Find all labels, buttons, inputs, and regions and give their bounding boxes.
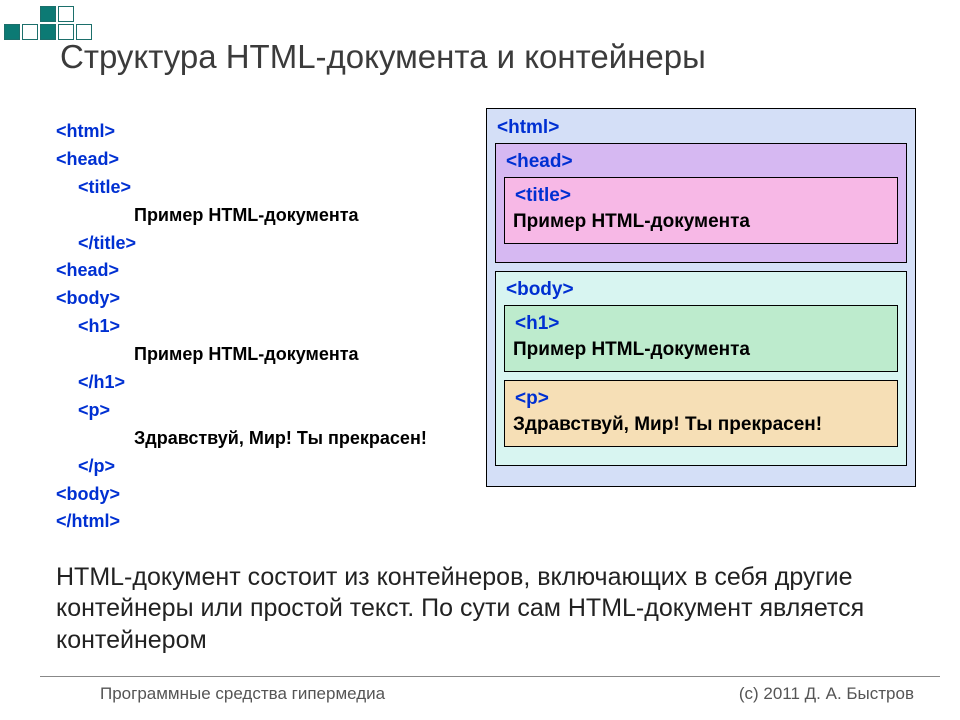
h1-container: <h1> Пример HTML-документа bbox=[504, 305, 898, 372]
footer-right: (с) 2011 Д. А. Быстров bbox=[739, 684, 914, 704]
code-line: <head> bbox=[56, 257, 476, 285]
code-line: </p> bbox=[56, 453, 476, 481]
code-line: <body> bbox=[56, 285, 476, 313]
code-line: <h1> bbox=[56, 313, 476, 341]
title-tag-label: <title> bbox=[515, 185, 889, 207]
body-container: <body> <h1> Пример HTML-документа <p> Зд… bbox=[495, 271, 907, 466]
h1-tag-label: <h1> bbox=[515, 313, 889, 335]
code-line: <body> bbox=[56, 481, 476, 509]
code-line: </title> bbox=[56, 230, 476, 258]
code-line: <title> bbox=[56, 174, 476, 202]
description-paragraph: HTML-документ состоит из контейнеров, вк… bbox=[56, 562, 906, 656]
container-diagram: <html> <head> <title> Пример HTML-докуме… bbox=[486, 108, 916, 487]
code-line: </h1> bbox=[56, 369, 476, 397]
code-line: <p> bbox=[56, 397, 476, 425]
code-line: Пример HTML-документа bbox=[56, 202, 476, 230]
title-text: Пример HTML-документа bbox=[513, 211, 889, 233]
code-listing: <html> <head> <title> Пример HTML-докуме… bbox=[56, 118, 476, 536]
footer-divider bbox=[40, 676, 940, 677]
h1-text: Пример HTML-документа bbox=[513, 339, 889, 361]
footer-left: Программные средства гипермедиа bbox=[100, 684, 385, 704]
p-container: <p> Здравствуй, Мир! Ты прекрасен! bbox=[504, 380, 898, 447]
body-tag-label: <body> bbox=[506, 279, 898, 301]
html-tag-label: <html> bbox=[497, 117, 907, 139]
code-line: <html> bbox=[56, 118, 476, 146]
p-text: Здравствуй, Мир! Ты прекрасен! bbox=[513, 414, 889, 436]
head-container: <head> <title> Пример HTML-документа bbox=[495, 143, 907, 263]
p-tag-label: <p> bbox=[515, 388, 889, 410]
code-line: </html> bbox=[56, 508, 476, 536]
title-container: <title> Пример HTML-документа bbox=[504, 177, 898, 244]
code-line: Здравствуй, Мир! Ты прекрасен! bbox=[56, 425, 476, 453]
slide-title: Структура HTML-документа и контейнеры bbox=[60, 38, 706, 76]
code-line: Пример HTML-документа bbox=[56, 341, 476, 369]
code-line: <head> bbox=[56, 146, 476, 174]
head-tag-label: <head> bbox=[506, 151, 898, 173]
